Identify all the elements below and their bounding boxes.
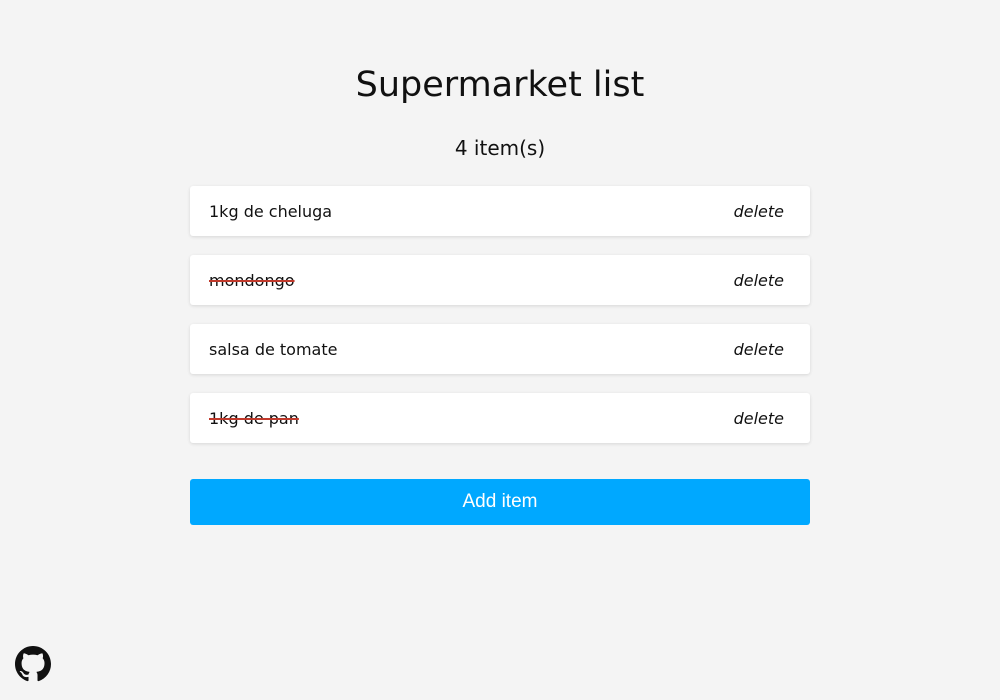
delete-button[interactable]: delete [734, 324, 784, 376]
github-link[interactable] [15, 646, 51, 682]
list-item[interactable]: 1kg de cheluga delete [190, 186, 810, 236]
page-title: Supermarket list [355, 65, 645, 105]
list-item[interactable]: salsa de tomate delete [190, 324, 810, 374]
delete-button[interactable]: delete [734, 186, 784, 238]
item-label[interactable]: 1kg de cheluga [209, 186, 332, 238]
delete-button[interactable]: delete [734, 393, 784, 445]
item-label[interactable]: mondongo [209, 255, 295, 307]
github-icon [15, 646, 51, 682]
delete-button[interactable]: delete [734, 255, 784, 307]
add-item-button[interactable]: Add item [190, 479, 810, 525]
item-label[interactable]: salsa de tomate [209, 324, 337, 376]
list-item[interactable]: mondongo delete [190, 255, 810, 305]
list-item[interactable]: 1kg de pan delete [190, 393, 810, 443]
item-count: 4 item(s) [454, 136, 546, 160]
shopping-list: 1kg de cheluga delete mondongo delete sa… [190, 186, 810, 462]
item-label[interactable]: 1kg de pan [209, 393, 299, 445]
